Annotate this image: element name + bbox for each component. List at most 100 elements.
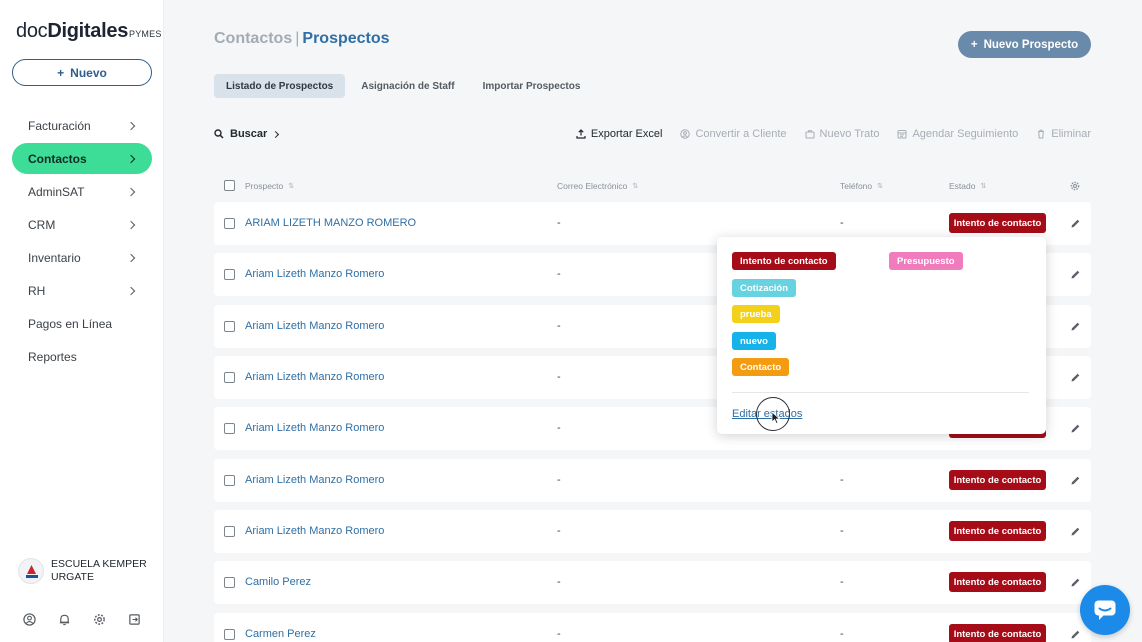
edit-pencil-icon[interactable] bbox=[1070, 269, 1081, 280]
prospect-email: - bbox=[557, 268, 561, 280]
row-checkbox[interactable] bbox=[224, 577, 235, 588]
prospect-name-link[interactable]: Ariam Lizeth Manzo Romero bbox=[245, 474, 384, 486]
row-checkbox[interactable] bbox=[224, 423, 235, 434]
new-button[interactable]: + Nuevo bbox=[12, 59, 152, 86]
tab-importar-prospectos[interactable]: Importar Prospectos bbox=[471, 74, 593, 98]
chevron-right-icon bbox=[126, 187, 136, 196]
search-icon bbox=[214, 129, 224, 139]
calendar-icon bbox=[897, 130, 907, 139]
status-option-contacto[interactable]: Contacto bbox=[732, 358, 790, 376]
prospect-phone: - bbox=[840, 576, 844, 588]
table-header: Prospecto ⇅ Correo Electrónico ⇅ Teléfono ⇅… bbox=[214, 178, 1091, 196]
status-option-presupuesto[interactable]: Presupuesto bbox=[889, 252, 963, 270]
edit-pencil-icon[interactable] bbox=[1070, 423, 1081, 434]
row-checkbox[interactable] bbox=[224, 372, 235, 383]
prospect-phone: - bbox=[840, 525, 844, 537]
column-header-prospect[interactable]: Prospecto ⇅ bbox=[245, 181, 294, 191]
edit-pencil-icon[interactable] bbox=[1070, 475, 1081, 486]
status-badge[interactable]: Intento de contacto bbox=[949, 572, 1046, 592]
edit-pencil-icon[interactable] bbox=[1070, 372, 1081, 383]
status-option-cotizacion[interactable]: Cotización bbox=[732, 279, 797, 297]
schedule-followup-button[interactable]: Agendar Seguimiento bbox=[897, 128, 1018, 140]
prospect-email: - bbox=[557, 474, 561, 486]
sidebar-item-adminsat[interactable]: AdminSAT bbox=[12, 176, 152, 207]
sidebar-item-inventario[interactable]: Inventario bbox=[12, 242, 152, 273]
status-badge[interactable]: Intento de contacto bbox=[949, 624, 1046, 642]
sort-icon: ⇅ bbox=[288, 183, 295, 190]
prospect-email: - bbox=[557, 320, 561, 332]
table-row[interactable]: Ariam Lizeth Manzo Romero - - Intento de co… bbox=[214, 510, 1091, 553]
edit-pencil-icon[interactable] bbox=[1070, 218, 1081, 229]
tab-bar: Listado de Prospectos Asignación de Staf… bbox=[214, 74, 592, 98]
prospect-name-link[interactable]: Ariam Lizeth Manzo Romero bbox=[245, 371, 384, 383]
breadcrumb-parent[interactable]: Contactos bbox=[214, 30, 292, 47]
prospect-name-link[interactable]: ARIAM LIZETH MANZO ROMERO bbox=[245, 217, 416, 229]
new-prospect-button[interactable]: + Nuevo Prospecto bbox=[958, 31, 1091, 58]
gear-icon[interactable] bbox=[92, 612, 106, 626]
status-option-prueba[interactable]: prueba bbox=[732, 305, 780, 323]
prospect-name-link[interactable]: Carmen Perez bbox=[245, 628, 316, 640]
column-header-phone[interactable]: Teléfono ⇅ bbox=[840, 181, 883, 191]
organization-switcher[interactable]: ESCUELA KEMPER URGATE bbox=[18, 558, 151, 584]
brand-logo[interactable]: docDigitalesPYMES bbox=[16, 20, 162, 43]
sidebar-bottom-icons bbox=[22, 612, 141, 626]
chevron-right-icon bbox=[126, 286, 136, 295]
status-badge[interactable]: Intento de contacto bbox=[949, 521, 1046, 541]
table-row[interactable]: Ariam Lizeth Manzo Romero - - Intento de co… bbox=[214, 459, 1091, 502]
status-option-intento-de-contacto[interactable]: Intento de contacto bbox=[732, 252, 836, 270]
row-checkbox[interactable] bbox=[224, 526, 235, 537]
column-header-email[interactable]: Correo Electrónico ⇅ bbox=[557, 181, 638, 191]
prospect-name-link[interactable]: Ariam Lizeth Manzo Romero bbox=[245, 320, 384, 332]
briefcase-icon bbox=[805, 130, 815, 139]
sidebar-item-contactos[interactable]: Contactos bbox=[12, 143, 152, 174]
tab-asignacion-de-staff[interactable]: Asignación de Staff bbox=[349, 74, 466, 98]
sidebar: docDigitalesPYMES + Nuevo Facturación Co… bbox=[0, 0, 164, 642]
delete-button[interactable]: Eliminar bbox=[1036, 128, 1091, 140]
sidebar-item-rh[interactable]: RH bbox=[12, 275, 152, 306]
sidebar-item-pagos-en-linea[interactable]: Pagos en Línea bbox=[12, 308, 152, 339]
status-option-nuevo[interactable]: nuevo bbox=[732, 332, 776, 350]
convert-to-client-button[interactable]: Convertir a Cliente bbox=[680, 128, 787, 140]
chevron-right-icon bbox=[126, 220, 136, 229]
prospect-name-link[interactable]: Ariam Lizeth Manzo Romero bbox=[245, 525, 384, 537]
mouse-cursor-icon bbox=[771, 411, 781, 425]
row-checkbox[interactable] bbox=[224, 218, 235, 229]
new-deal-button[interactable]: Nuevo Trato bbox=[805, 128, 879, 140]
prospect-phone: - bbox=[840, 474, 844, 486]
prospect-name-link[interactable]: Camilo Perez bbox=[245, 576, 311, 588]
table-row[interactable]: Camilo Perez - - Intento de contacto bbox=[214, 561, 1091, 604]
bell-icon[interactable] bbox=[57, 612, 71, 626]
sidebar-item-facturacion[interactable]: Facturación bbox=[12, 110, 152, 141]
export-excel-button[interactable]: Exportar Excel bbox=[576, 128, 662, 140]
row-checkbox[interactable] bbox=[224, 269, 235, 280]
edit-pencil-icon[interactable] bbox=[1070, 629, 1081, 640]
edit-pencil-icon[interactable] bbox=[1070, 577, 1081, 588]
row-checkbox[interactable] bbox=[224, 629, 235, 640]
chat-button[interactable] bbox=[1080, 585, 1130, 635]
column-settings-gear-icon[interactable] bbox=[1070, 181, 1080, 191]
column-header-status[interactable]: Estado ⇅ bbox=[949, 181, 986, 191]
prospect-name-link[interactable]: Ariam Lizeth Manzo Romero bbox=[245, 422, 384, 434]
status-badge[interactable]: Intento de contacto bbox=[949, 470, 1046, 490]
edit-pencil-icon[interactable] bbox=[1070, 321, 1081, 332]
user-icon[interactable] bbox=[22, 612, 36, 626]
row-checkbox[interactable] bbox=[224, 475, 235, 486]
prospect-name-link[interactable]: Ariam Lizeth Manzo Romero bbox=[245, 268, 384, 280]
edit-pencil-icon[interactable] bbox=[1070, 526, 1081, 537]
select-all-checkbox[interactable] bbox=[224, 180, 235, 191]
row-checkbox[interactable] bbox=[224, 321, 235, 332]
prospect-email: - bbox=[557, 628, 561, 640]
table-row[interactable]: Carmen Perez - - Intento de contacto bbox=[214, 613, 1091, 642]
status-badge[interactable]: Intento de contacto bbox=[949, 213, 1046, 233]
sidebar-item-crm[interactable]: CRM bbox=[12, 209, 152, 240]
search-toggle[interactable]: Buscar bbox=[214, 128, 280, 140]
chevron-right-icon bbox=[126, 253, 136, 262]
prospect-email: - bbox=[557, 371, 561, 383]
sidebar-item-reportes[interactable]: Reportes bbox=[12, 341, 152, 372]
prospect-email: - bbox=[557, 525, 561, 537]
upload-icon bbox=[576, 129, 586, 139]
prospect-email: - bbox=[557, 422, 561, 434]
logout-icon[interactable] bbox=[127, 612, 141, 626]
tab-listado-de-prospectos[interactable]: Listado de Prospectos bbox=[214, 74, 346, 98]
user-convert-icon bbox=[680, 129, 691, 139]
